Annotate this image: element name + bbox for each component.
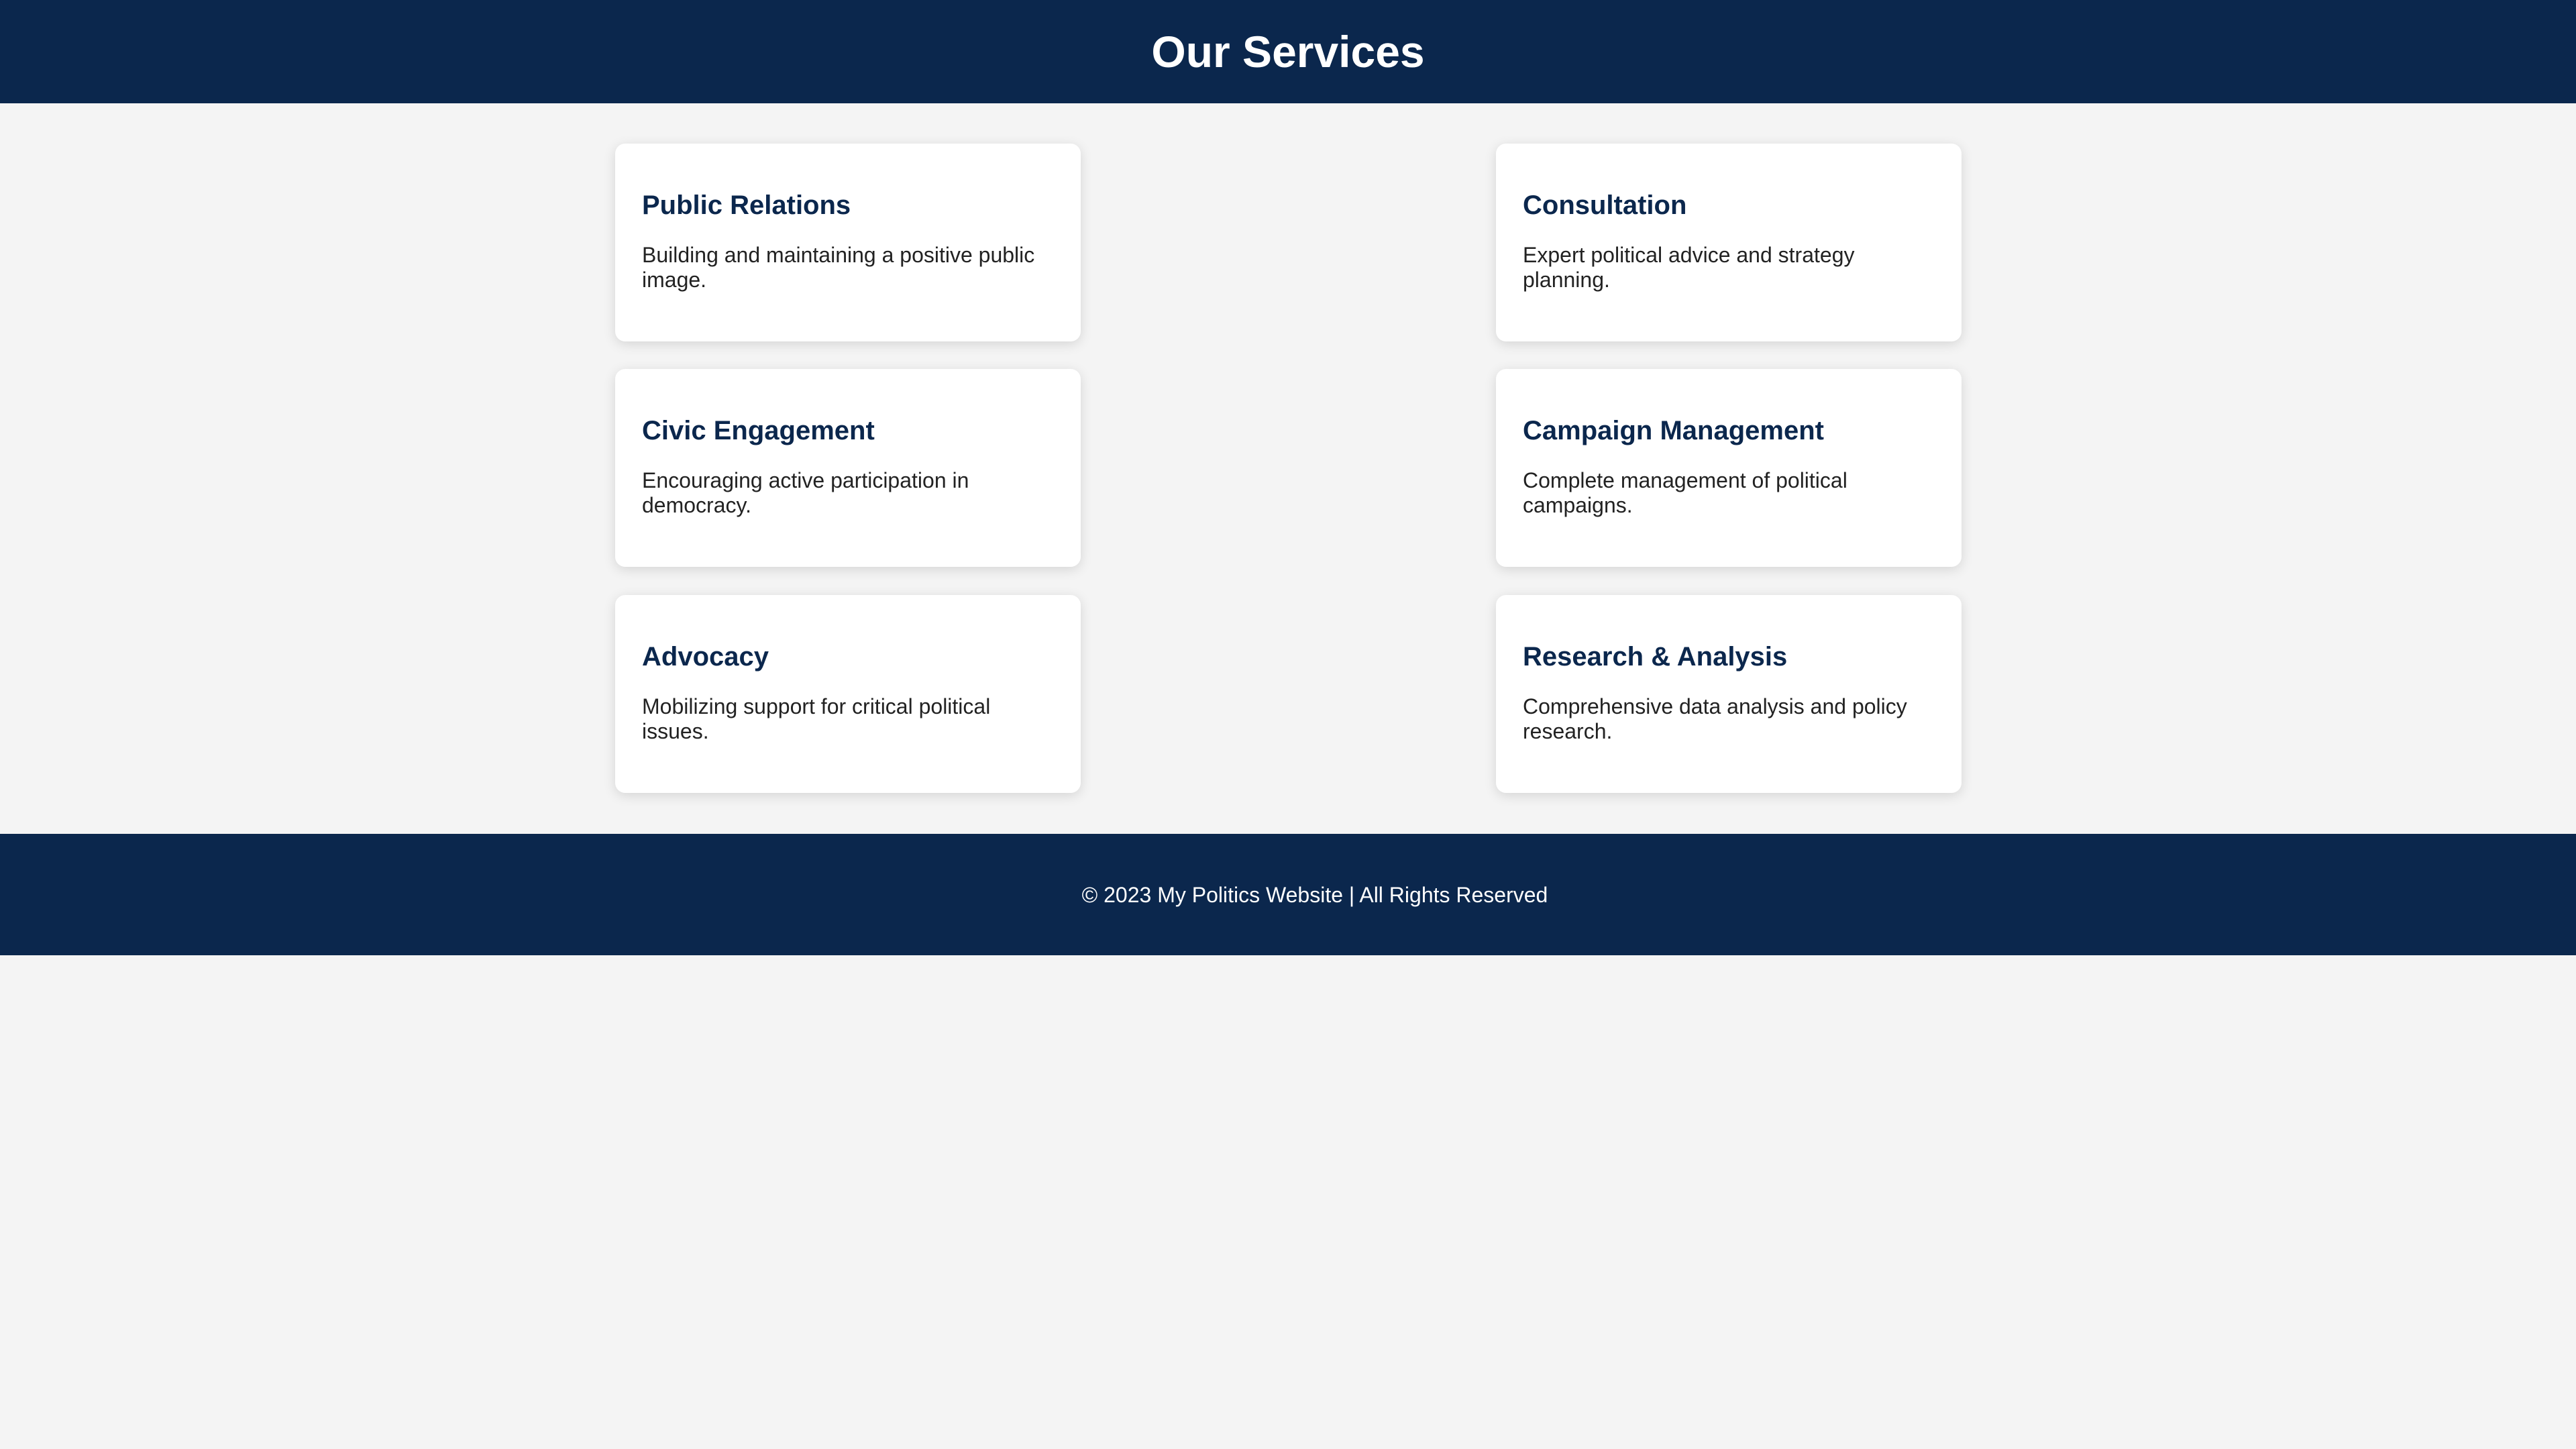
service-title: Public Relations bbox=[642, 191, 851, 220]
service-card-consultation: Consultation Expert political advice and… bbox=[1496, 144, 1962, 341]
service-description: Building and maintaining a positive publ… bbox=[642, 243, 1035, 292]
service-title: Advocacy bbox=[642, 642, 769, 672]
service-card-advocacy: Advocacy Mobilizing support for critical… bbox=[615, 595, 1081, 793]
service-description: Encouraging active participation in demo… bbox=[642, 468, 969, 517]
service-title: Campaign Management bbox=[1523, 416, 1824, 445]
site-header: Our Services bbox=[0, 0, 2576, 103]
service-card-campaign-management: Campaign Management Complete management … bbox=[1496, 369, 1962, 567]
service-description: Expert political advice and strategy pla… bbox=[1523, 243, 1855, 292]
service-card-public-relations: Public Relations Building and maintainin… bbox=[615, 144, 1081, 341]
service-title: Research & Analysis bbox=[1523, 642, 1788, 672]
service-card-research-analysis: Research & Analysis Comprehensive data a… bbox=[1496, 595, 1962, 793]
site-footer: © 2023 My Politics Website | All Rights … bbox=[0, 834, 2576, 955]
service-description: Comprehensive data analysis and policy r… bbox=[1523, 694, 1907, 743]
service-title: Consultation bbox=[1523, 191, 1687, 220]
service-description: Mobilizing support for critical politica… bbox=[642, 694, 991, 743]
service-title: Civic Engagement bbox=[642, 416, 875, 445]
footer-copyright: © 2023 My Politics Website | All Rights … bbox=[1081, 882, 1548, 907]
service-description: Complete management of political campaig… bbox=[1523, 468, 1847, 517]
service-card-civic-engagement: Civic Engagement Encouraging active part… bbox=[615, 369, 1081, 567]
page-title: Our Services bbox=[1151, 27, 1425, 76]
